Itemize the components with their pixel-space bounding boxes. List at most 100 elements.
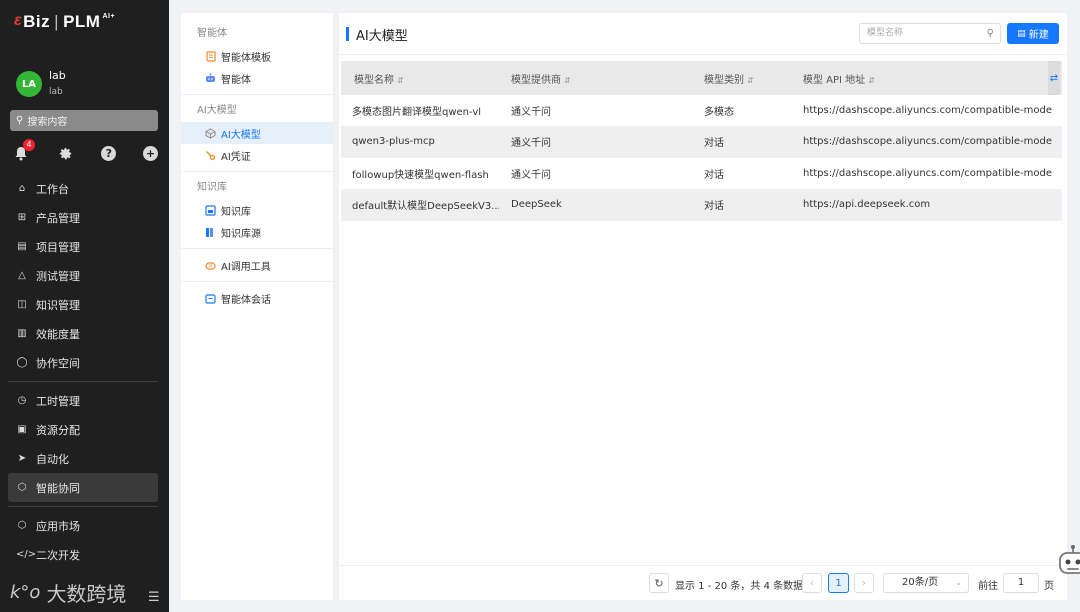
- column-header-api[interactable]: 模型 API 地址 ⇵: [795, 71, 1055, 86]
- sort-icon[interactable]: ⇵: [564, 76, 571, 85]
- watermark: k°o 大数跨境: [10, 578, 126, 607]
- rocket-icon: ➤: [17, 453, 27, 464]
- nav-label: 工作台: [36, 182, 69, 196]
- nav-label: 测试管理: [36, 269, 80, 283]
- column-settings-icon[interactable]: ⇄: [1048, 61, 1060, 95]
- cube-icon: [205, 127, 216, 139]
- nav-item-workbench[interactable]: ⌂ 工作台: [8, 174, 158, 203]
- submenu-item-kb-source[interactable]: 知识库源: [181, 221, 333, 243]
- gear-icon[interactable]: [57, 144, 75, 162]
- cell-name: default默认模型DeepSeekV3....: [352, 201, 499, 213]
- watermark-logo: k°o: [10, 582, 41, 603]
- ai-submenu: 智能体 智能体模板 智能体 AI大模型 AI大模型 AI凭证 知识库 知识库 知…: [181, 13, 334, 600]
- prev-page-button[interactable]: ‹: [802, 573, 822, 593]
- column-header-provider[interactable]: 模型提供商 ⇵: [499, 71, 696, 86]
- submenu-item-credential[interactable]: AI凭证: [181, 144, 333, 166]
- robot-icon: [205, 73, 216, 84]
- nav-label: 效能度量: [36, 327, 80, 341]
- nav-item-products[interactable]: ⊞ 产品管理: [8, 203, 158, 232]
- nav-item-resources[interactable]: ▣ 资源分配: [8, 415, 158, 444]
- nav-item-ai-collab[interactable]: ⬡ 智能协同: [8, 473, 158, 502]
- nav-group-main: ⌂ 工作台 ⊞ 产品管理 ▤ 项目管理 △ 测试管理 ◫ 知识管理 ▥ 效能度量 ◯ 协作空间…: [8, 174, 158, 569]
- nav-label: 知识管理: [36, 298, 80, 312]
- sort-icon[interactable]: ⇵: [747, 76, 754, 85]
- brand-prefix: ɛ: [14, 12, 23, 29]
- submenu-item-kb[interactable]: 知识库: [181, 199, 333, 221]
- add-circle-icon[interactable]: +: [142, 145, 158, 161]
- brand-logo[interactable]: ɛ Biz | PLM AI+: [14, 12, 115, 32]
- assistant-bot-icon[interactable]: [1058, 544, 1080, 580]
- cell-name: qwen3-plus-mcp: [352, 136, 435, 148]
- document-add-icon: ▤: [1017, 28, 1026, 39]
- cell-provider: 通义千问: [511, 138, 551, 150]
- submenu-item-tools[interactable]: AI AI调用工具: [181, 254, 333, 276]
- model-search-input[interactable]: 模型名称 ⚲: [859, 23, 1001, 44]
- sort-icon[interactable]: ⇵: [397, 76, 404, 85]
- books-icon: [205, 227, 216, 238]
- table-row[interactable]: followup快速模型qwen-flash 通义千问 对话 https://d…: [341, 158, 1062, 190]
- next-page-button[interactable]: ›: [854, 573, 874, 593]
- search-icon: ⚲: [16, 115, 24, 126]
- folder-icon: ▤: [17, 241, 27, 252]
- submenu-item-chat[interactable]: 智能体会话: [181, 287, 333, 309]
- table-row[interactable]: qwen3-plus-mcp 通义千问 对话 https://dashscope…: [341, 126, 1062, 158]
- nav-item-dev[interactable]: </> 二次开发: [8, 540, 158, 569]
- submenu-label: 智能体会话: [221, 294, 271, 306]
- cell-provider: DeepSeek: [511, 199, 562, 211]
- nav-item-testing[interactable]: △ 测试管理: [8, 261, 158, 290]
- watermark-text: 大数跨境: [46, 582, 127, 606]
- key-icon: [205, 150, 216, 161]
- pagination: ↻ 显示 1 - 20 条，共 4 条数据 ‹ 1 › 20条/页 ⌄ 前往 1…: [339, 565, 1067, 600]
- column-header-category[interactable]: 模型类别 ⇵: [696, 71, 795, 86]
- user-sub: lab: [49, 87, 63, 97]
- cell-provider: 通义千问: [511, 169, 551, 181]
- user-name: lab: [49, 69, 66, 82]
- table-row[interactable]: default默认模型DeepSeekV3.... DeepSeek 对话 ht…: [341, 189, 1062, 221]
- cell-api: https://dashscope.aliyuncs.com/compatibl…: [803, 104, 1053, 116]
- sort-icon[interactable]: ⇵: [868, 76, 875, 85]
- new-button[interactable]: ▤ 新建: [1007, 23, 1059, 44]
- submenu-item-ai-model[interactable]: AI大模型: [181, 122, 333, 144]
- nav-item-metrics[interactable]: ▥ 效能度量: [8, 319, 158, 348]
- submenu-item-agent[interactable]: 智能体: [181, 67, 333, 89]
- table-header: 模型名称 ⇵ 模型提供商 ⇵ 模型类别 ⇵ 模型 API 地址 ⇵ ⇄: [341, 61, 1062, 95]
- nav-item-knowledge[interactable]: ◫ 知识管理: [8, 290, 158, 319]
- help-icon[interactable]: ?: [101, 145, 117, 161]
- column-header-name[interactable]: 模型名称 ⇵: [341, 71, 499, 86]
- nav-item-projects[interactable]: ▤ 项目管理: [8, 232, 158, 261]
- user-profile[interactable]: LA lab lab: [16, 68, 66, 100]
- submenu-group-model: AI大模型: [197, 105, 237, 116]
- search-icon[interactable]: ⚲: [987, 24, 994, 43]
- submenu-divider: [181, 94, 333, 95]
- submenu-item-agent-template[interactable]: 智能体模板: [181, 45, 333, 67]
- brand-name: Biz: [23, 12, 51, 31]
- chevron-right-icon: ›: [862, 577, 866, 589]
- nav-item-app-market[interactable]: ⬡ 应用市场: [8, 511, 158, 540]
- refresh-icon[interactable]: ↻: [649, 573, 669, 593]
- cell-name: 多模态图片翻译模型qwen-vl: [352, 106, 482, 118]
- nav-item-automation[interactable]: ➤ 自动化: [8, 444, 158, 473]
- cube-icon: ⬡: [17, 520, 27, 531]
- goto-page-input[interactable]: 1: [1003, 573, 1039, 593]
- nav-item-collab[interactable]: ◯ 协作空间: [8, 348, 158, 377]
- sidebar-search-input[interactable]: ⚲ 搜索内容: [10, 110, 158, 131]
- resource-icon: ▣: [17, 424, 27, 435]
- page-number-button[interactable]: 1: [828, 573, 849, 593]
- submenu-divider: [181, 171, 333, 172]
- nav-item-timesheet[interactable]: ◷ 工时管理: [8, 386, 158, 415]
- cell-api: https://api.deepseek.com: [803, 199, 931, 211]
- table-row[interactable]: 多模态图片翻译模型qwen-vl 通义千问 多模态 https://dashsc…: [341, 95, 1062, 127]
- notification-bell-icon[interactable]: 4: [12, 139, 35, 162]
- new-button-label: 新建: [1028, 30, 1049, 41]
- goto-unit: 页: [1044, 581, 1054, 592]
- page-size-select[interactable]: 20条/页 ⌄: [883, 573, 969, 593]
- menu-collapse-icon[interactable]: ☰: [148, 590, 160, 605]
- nav-label: 协作空间: [36, 356, 80, 370]
- avatar[interactable]: LA: [16, 71, 42, 97]
- model-search-placeholder: 模型名称: [867, 28, 904, 38]
- nav-label: 资源分配: [36, 423, 80, 437]
- nav-label: 工时管理: [36, 394, 80, 408]
- book-icon: ◫: [17, 299, 27, 310]
- pagination-summary: 显示 1 - 20 条，共 4 条数据: [675, 581, 804, 592]
- submenu-label: 知识库: [221, 206, 251, 218]
